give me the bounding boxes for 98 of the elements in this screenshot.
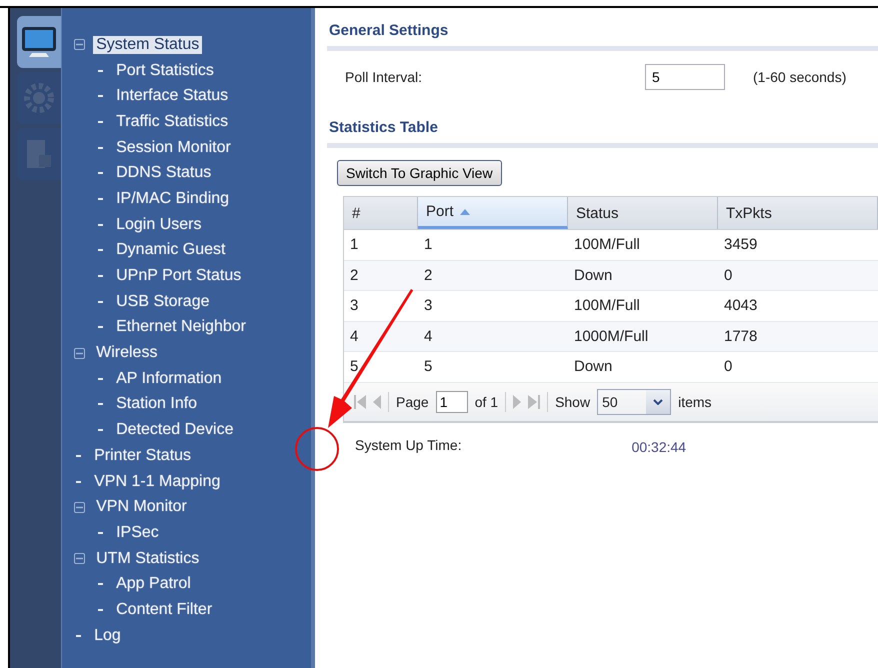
bullet-icon [98,403,104,406]
bullet-icon [76,634,82,637]
table-cell-text: 5 [349,358,360,376]
menu-item[interactable]: IPSec [113,524,162,542]
menu-item[interactable]: Ethernet Neighbor [113,318,249,336]
collapse-icon[interactable] [74,39,86,50]
bullet-icon [98,95,104,98]
table-cell-text: 1 [423,236,434,254]
menu-item[interactable]: Interface Status [113,87,232,106]
menu-item[interactable]: Station Info [113,395,200,414]
bullet-icon [98,224,104,226]
menu-item[interactable]: App Patrol [113,575,194,594]
menu-item[interactable]: Wireless [93,344,160,362]
bullet-icon [98,300,104,303]
field-hint: (1-60 seconds) [753,69,846,85]
rail-tab[interactable] [17,16,62,68]
bullet-icon [98,326,104,328]
menu-item[interactable]: UTM Statistics [93,550,202,568]
previous-page-icon[interactable] [373,394,381,408]
pager-label: Show [555,394,590,410]
last-page-icon[interactable] [528,394,540,408]
bullet-icon [98,532,104,534]
table-cell-text: 1778 [723,328,758,345]
table-cell-text: Down [573,266,614,284]
menu-item[interactable]: AP Information [113,370,225,388]
section-title: General Settings [327,22,878,51]
bullet-icon [98,583,104,586]
table-cell-text: 4043 [723,297,758,314]
column-header[interactable]: Port [418,197,568,229]
menu-item[interactable]: Traffic Statistics [113,112,232,131]
bullet-icon [98,608,104,611]
menu-item[interactable]: VPN Monitor [93,498,190,516]
bullet-icon [98,70,104,72]
table-cell-text: 2 [423,266,434,284]
column-header[interactable]: TxPkts [718,197,878,229]
column-header[interactable]: Status [568,197,718,229]
bullet-icon [98,198,104,200]
poll-interval-field[interactable]: 5 [645,64,725,90]
first-page-icon[interactable] [354,394,366,408]
annotation-circle [295,427,339,471]
collapse-icon[interactable] [74,553,86,564]
pager-divider [547,392,548,412]
menu-item[interactable]: Login Users [113,216,204,234]
page-field[interactable]: 1 [436,390,468,412]
table-cell-text: 0 [723,266,734,284]
bullet-icon [98,429,104,432]
bullet-icon [98,120,104,123]
pager-label: Page [396,394,429,410]
menu-item[interactable]: UPnP Port Status [113,267,244,286]
menu-item[interactable]: Log [91,626,124,645]
collapse-icon[interactable] [74,348,86,359]
table-cell-text: 3 [423,297,434,314]
collapse-icon[interactable] [74,502,86,513]
bullet-icon [98,146,104,149]
table-cell-text: 100M/Full [573,297,641,314]
menu-item[interactable]: Port Statistics [113,62,217,80]
bullet-icon [98,249,104,252]
table-cell-text: 3 [349,297,360,314]
page-size-dropdown[interactable]: 50 [597,388,672,414]
field-label: Poll Interval: [345,69,424,85]
table-cell-text: Down [573,358,614,376]
section-title: Statistics Table [327,119,878,148]
menu-item[interactable]: VPN 1-1 Mapping [91,472,224,491]
table-cell-text: 4 [423,328,434,345]
sort-ascending-icon [460,208,470,214]
table-cell-text: 0 [723,358,734,376]
table-cell-text: 5 [423,358,434,376]
pager-divider [505,392,506,412]
next-page-icon[interactable] [513,394,522,408]
pager-divider [388,392,389,412]
menu-item[interactable]: DDNS Status [113,164,214,182]
table-cell-text: 4 [349,328,360,345]
table-cell-text: 1 [349,236,360,254]
bullet-icon [76,480,82,483]
bullet-icon [98,172,104,174]
table-cell-text: 3459 [723,236,758,254]
bullet-icon [76,454,82,457]
uptime-label: System Up Time: [355,436,462,454]
monitor-icon [20,25,58,59]
chevron-down-icon [653,398,664,404]
bullet-icon [98,275,104,278]
bullet-icon [98,378,104,380]
menu-item[interactable]: System Status [93,36,202,54]
menu-item[interactable]: Session Monitor [113,138,234,157]
table-cell-text: 1000M/Full [573,328,650,345]
menu-item[interactable]: IP/MAC Binding [113,190,232,208]
pager-label: items [678,394,712,410]
switch-view-button[interactable]: Switch To Graphic View [337,160,502,186]
menu-item[interactable]: USB Storage [113,292,212,311]
uptime-value: 00:32:44 [632,438,686,454]
menu-item[interactable]: Content Filter [113,600,216,619]
table-cell-text: 2 [349,266,360,284]
table-cell-text: 100M/Full [573,236,641,254]
pager-label: of 1 [474,394,498,410]
gear-icon [22,81,56,115]
menu-item[interactable]: Detected Device [113,421,236,440]
menu-item[interactable]: Dynamic Guest [113,241,228,260]
menu-item[interactable]: Printer Status [91,446,194,465]
